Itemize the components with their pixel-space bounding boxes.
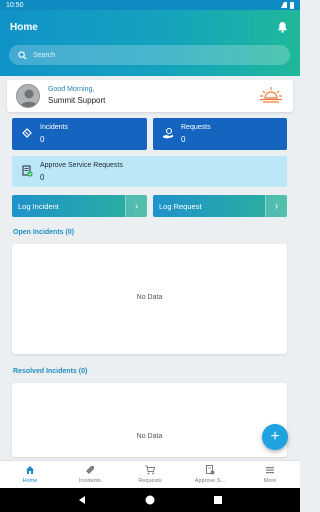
- nav-approve[interactable]: Approve S...: [180, 461, 240, 488]
- tag-icon: [86, 466, 94, 474]
- status-icons: [281, 1, 294, 9]
- requests-tile[interactable]: Requests 0: [153, 118, 287, 150]
- home-circle-icon[interactable]: [145, 495, 155, 505]
- search-placeholder: Search: [33, 51, 56, 59]
- nav-requests[interactable]: Requests: [120, 461, 180, 488]
- back-icon[interactable]: [77, 495, 87, 505]
- battery-icon: [290, 1, 294, 9]
- status-time: 10:50: [6, 1, 24, 9]
- ticket-icon: [22, 128, 32, 138]
- log-incident-button[interactable]: Log Incident ›: [12, 195, 147, 217]
- log-incident-label: Log Incident: [18, 201, 59, 211]
- approve-doc-icon: [22, 165, 33, 177]
- page-title: Home: [10, 22, 38, 33]
- open-incidents-panel: No Data: [12, 244, 287, 354]
- nav-more[interactable]: More: [240, 461, 300, 488]
- cart-icon: [145, 465, 155, 475]
- bottom-nav: Home Incidents Requests Approve S... Mor…: [0, 460, 300, 488]
- open-incidents-empty: No Data: [136, 294, 163, 301]
- search-icon: [18, 50, 27, 59]
- incidents-label: Incidents: [40, 124, 69, 131]
- log-request-button[interactable]: Log Request ›: [153, 195, 287, 217]
- chevron-right-icon: ›: [125, 195, 147, 217]
- user-name: Summit Support: [48, 96, 106, 105]
- nav-more-label: More: [263, 478, 277, 484]
- resolved-incidents-empty: No Data: [136, 433, 163, 440]
- user-icon: [20, 89, 38, 107]
- greeting-card: Good Morning, Summit Support: [7, 80, 293, 112]
- log-request-label: Log Request: [159, 201, 202, 211]
- system-nav-bar: [0, 488, 300, 512]
- bell-icon[interactable]: [277, 21, 288, 33]
- plus-icon: +: [270, 428, 280, 445]
- requests-label: Requests: [181, 124, 211, 131]
- resolved-incidents-title: Resolved Incidents (0): [13, 368, 88, 375]
- greeting-text: Good Morning,: [48, 86, 95, 93]
- sunrise-icon: [260, 87, 282, 103]
- status-bar: 10:50: [0, 0, 300, 10]
- nav-incidents-label: Incidents: [78, 478, 101, 484]
- app-header: Home Search: [0, 10, 300, 76]
- resolved-incidents-panel: No Data: [12, 383, 287, 457]
- home-icon: [26, 466, 34, 474]
- approve-label: Approve Service Requests: [40, 162, 123, 169]
- nav-approve-label: Approve S...: [194, 478, 226, 484]
- approve-doc-icon: [206, 465, 215, 475]
- approve-requests-tile[interactable]: Approve Service Requests 0: [12, 156, 287, 187]
- nav-home-label: Home: [22, 478, 38, 484]
- add-button[interactable]: +: [262, 424, 288, 450]
- nav-requests-label: Requests: [138, 478, 162, 484]
- incidents-count: 0: [40, 135, 45, 144]
- incidents-tile[interactable]: Incidents 0: [12, 118, 147, 150]
- recents-icon[interactable]: [213, 495, 223, 505]
- hand-gear-icon: [163, 127, 173, 139]
- avatar[interactable]: [16, 84, 40, 108]
- nav-home[interactable]: Home: [0, 461, 60, 488]
- approve-count: 0: [40, 173, 45, 182]
- menu-icon: [266, 467, 274, 474]
- requests-count: 0: [181, 135, 186, 144]
- signal-icon: [281, 2, 287, 8]
- open-incidents-title: Open Incidents (0): [13, 229, 75, 236]
- nav-incidents[interactable]: Incidents: [60, 461, 120, 488]
- chevron-right-icon: ›: [265, 195, 287, 217]
- search-input[interactable]: Search: [9, 45, 290, 65]
